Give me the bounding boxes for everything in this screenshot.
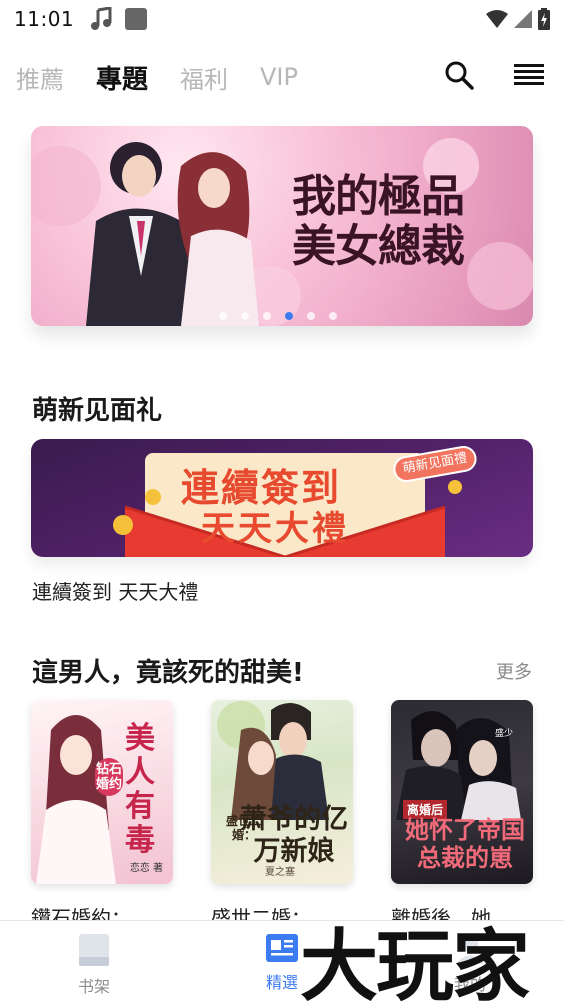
gift-section-title: 萌新见面礼: [32, 396, 163, 426]
banner-title-line1: 我的極品: [292, 171, 465, 222]
book-section-title: 這男人，竟該死的甜美!: [32, 658, 304, 688]
cover-subtitle: 钻石婚约: [95, 758, 123, 796]
banner-title-line2: 美女總裁: [292, 221, 465, 272]
hamburger-menu-icon[interactable]: [514, 63, 544, 87]
book-card[interactable]: 美人有毒 钻石婚约 恋恋 著 鑽石婚約：: [31, 700, 173, 931]
signal-icon: [514, 10, 532, 28]
book-card[interactable]: 盛世二婚： 萧爷的亿万新娘 夏之塞 盛世二婚：: [211, 700, 353, 931]
bookshelf-icon: [79, 934, 109, 966]
carousel-dot[interactable]: [219, 312, 227, 320]
featured-icon: [266, 934, 298, 962]
tab-welfare[interactable]: 福利: [180, 60, 228, 95]
bottom-nav-label: 书架: [77, 977, 110, 996]
book-card[interactable]: 离婚后 她怀了帝国总裁的崽 盛少 離婚後，她: [391, 700, 533, 931]
bottom-nav-bookshelf[interactable]: 书架: [0, 921, 188, 1004]
book-cover[interactable]: 美人有毒 钻石婚约 恋恋 著: [31, 700, 173, 884]
gift-card-title-2: 天天大禮: [201, 509, 349, 549]
bottom-nav-label: 精選: [265, 973, 298, 992]
book-cover[interactable]: 盛世二婚： 萧爷的亿万新娘 夏之塞: [211, 700, 353, 884]
cover-title: 她怀了帝国总裁的崽: [405, 815, 525, 872]
square-icon: [125, 8, 148, 30]
carousel-indicator: [219, 312, 337, 320]
status-bar: 11:01: [0, 0, 564, 38]
cover-author: 夏之塞: [265, 867, 295, 878]
carousel-dot[interactable]: [241, 312, 249, 320]
battery-icon: [538, 8, 550, 30]
cover-title: 萧爷的亿万新娘: [240, 804, 348, 867]
carousel-dot[interactable]: [263, 312, 271, 320]
status-time: 11:01: [14, 7, 75, 31]
cover-author: 恋恋 著: [129, 863, 163, 874]
more-link[interactable]: 更多: [496, 658, 532, 684]
book-cover[interactable]: 离婚后 她怀了帝国总裁的崽 盛少: [391, 700, 533, 884]
watermark: 大玩家: [300, 922, 530, 1004]
tab-vip[interactable]: VIP: [260, 63, 298, 91]
banner-title: 我的極品 美女總裁: [243, 172, 513, 272]
gift-card[interactable]: 連續簽到 天天大禮 萌新见面禮: [31, 439, 533, 557]
cover-author: 盛少: [494, 729, 513, 739]
music-note-icon: [91, 7, 112, 30]
carousel-dot-active[interactable]: [285, 312, 293, 320]
carousel-dot[interactable]: [329, 312, 337, 320]
carousel-dot[interactable]: [307, 312, 315, 320]
gift-card-caption[interactable]: 連續簽到 天天大禮: [32, 576, 198, 605]
wifi-icon: [486, 10, 508, 28]
top-nav: 推薦 專題 福利 VIP: [0, 52, 564, 102]
tab-recommend[interactable]: 推薦: [16, 60, 64, 95]
search-icon[interactable]: [444, 60, 474, 90]
banner-carousel[interactable]: 我的極品 美女總裁: [31, 126, 533, 326]
tab-topics[interactable]: 專題: [96, 59, 148, 96]
